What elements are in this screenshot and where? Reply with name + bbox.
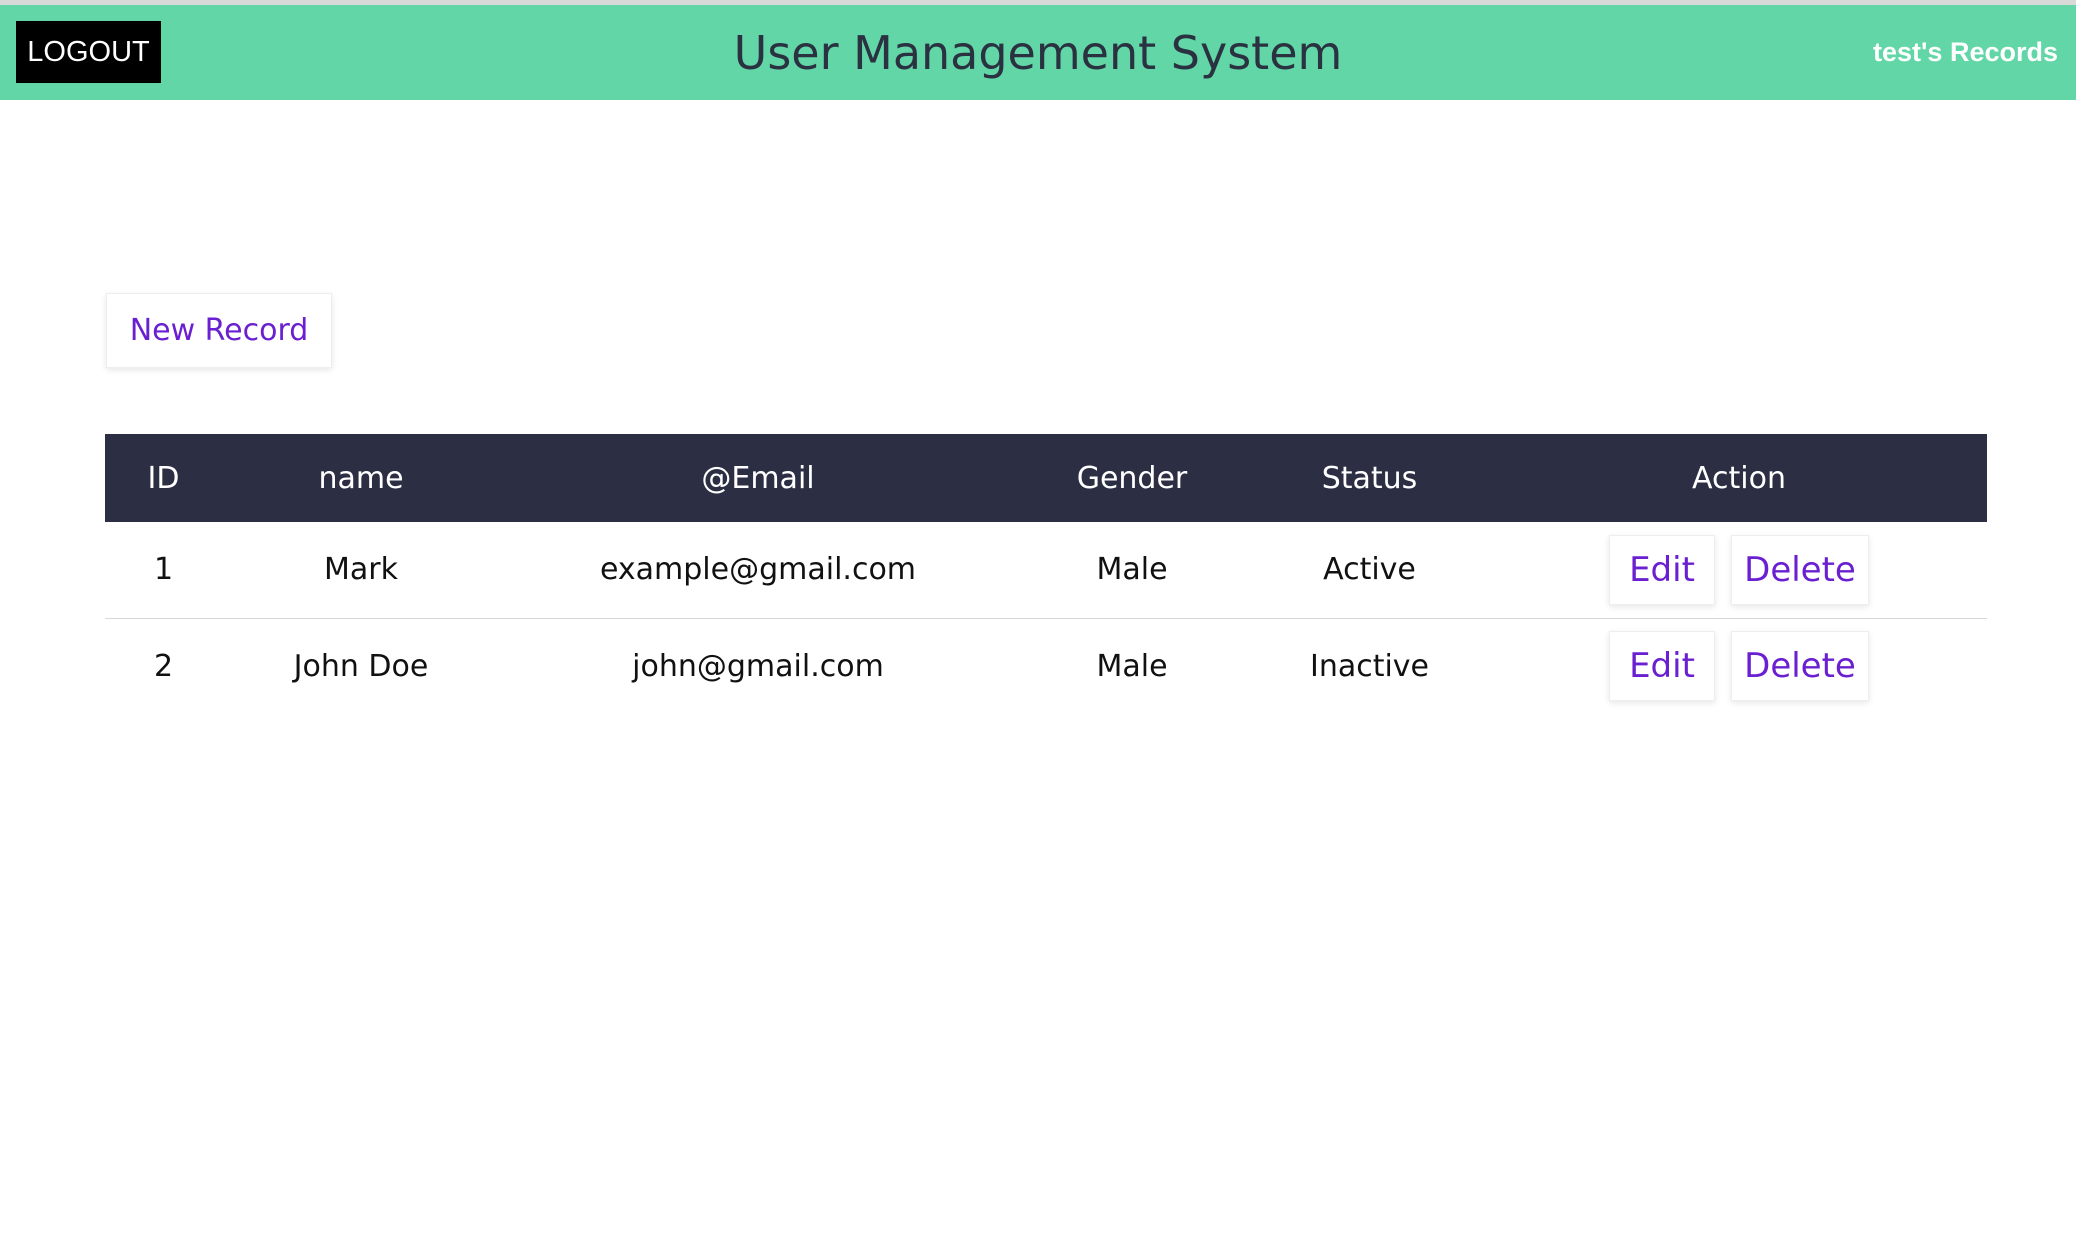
column-header-id: ID — [147, 460, 180, 496]
cell-actions: Edit Delete — [1491, 522, 1987, 618]
table-body: 1 Mark example@gmail.com Male Active Edi… — [105, 522, 1987, 714]
page-title: User Management System — [733, 25, 1343, 80]
edit-button[interactable]: Edit — [1609, 631, 1715, 702]
cell-name: Mark — [324, 552, 398, 588]
user-records-label: test's Records — [1873, 37, 2058, 67]
row-actions: Edit Delete — [1491, 534, 1987, 605]
row-actions: Edit Delete — [1491, 631, 1987, 702]
edit-button[interactable]: Edit — [1609, 534, 1715, 605]
table-row: 1 Mark example@gmail.com Male Active Edi… — [105, 522, 1987, 618]
column-header-gender: Gender — [1076, 460, 1188, 496]
page: LOGOUT User Management System test's Rec… — [0, 0, 2076, 1253]
cell-gender: Male — [1096, 648, 1168, 684]
cell-id: 2 — [153, 648, 174, 684]
table-header: ID name @Email Gender Status Action — [105, 434, 1987, 522]
records-table: ID name @Email Gender Status Action 1 Ma… — [105, 434, 1987, 714]
cell-gender: Male — [1096, 552, 1168, 588]
records-table-container: ID name @Email Gender Status Action 1 Ma… — [105, 434, 1987, 714]
table-row: 2 John Doe john@gmail.com Male Inactive … — [105, 618, 1987, 714]
table-header-row: ID name @Email Gender Status Action — [105, 434, 1987, 522]
delete-button[interactable]: Delete — [1731, 534, 1869, 605]
cell-email: john@gmail.com — [632, 648, 884, 684]
new-record-button[interactable]: New Record — [106, 293, 332, 368]
delete-button[interactable]: Delete — [1731, 631, 1869, 702]
cell-email: example@gmail.com — [599, 552, 917, 588]
app-header: LOGOUT User Management System test's Rec… — [0, 5, 2076, 100]
cell-status: Active — [1323, 552, 1416, 588]
column-header-email: @Email — [701, 460, 815, 496]
cell-name: John Doe — [293, 648, 429, 684]
cell-status: Inactive — [1309, 648, 1430, 684]
cell-id: 1 — [153, 552, 174, 588]
logout-button[interactable]: LOGOUT — [16, 21, 161, 83]
cell-actions: Edit Delete — [1491, 618, 1987, 714]
column-header-action: Action — [1692, 460, 1786, 496]
column-header-name: name — [318, 460, 404, 496]
column-header-status: Status — [1321, 460, 1418, 496]
